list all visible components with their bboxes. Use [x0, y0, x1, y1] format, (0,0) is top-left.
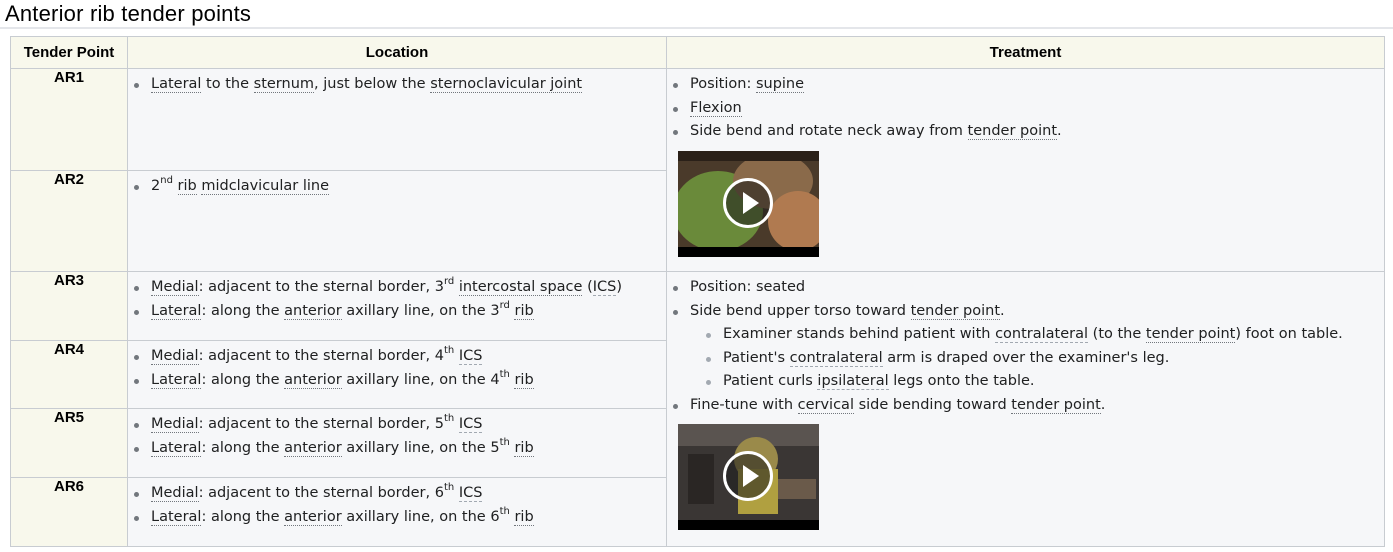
- table-row: AR1 Lateral to the sternum, just below t…: [10, 68, 1385, 272]
- term-link[interactable]: ipsilateral: [817, 373, 889, 390]
- term-link[interactable]: anterior: [284, 371, 342, 389]
- abbr-ics[interactable]: ICS: [458, 416, 483, 433]
- term-link[interactable]: rib: [514, 302, 534, 320]
- list-item: Lateral: along the anterior axillary lin…: [134, 437, 666, 461]
- tender-point-name: AR1: [10, 68, 128, 171]
- treatment-cell: Position: seated Side bend upper torso t…: [666, 271, 1385, 547]
- abbr-ics[interactable]: ICS: [592, 279, 617, 296]
- list-item: Medial: adjacent to the sternal border, …: [134, 413, 666, 437]
- term-link[interactable]: Lateral: [151, 302, 202, 320]
- term-link[interactable]: sternoclavicular joint: [430, 76, 583, 93]
- page-title: Anterior rib tender points: [5, 1, 252, 26]
- location-cell: 2nd rib midclavicular line: [127, 170, 667, 272]
- term-link[interactable]: anterior: [284, 508, 342, 526]
- term-link[interactable]: Lateral: [151, 508, 202, 526]
- term-link[interactable]: rib: [514, 508, 534, 526]
- location-cell: Medial: adjacent to the sternal border, …: [127, 271, 667, 341]
- title-divider: [0, 27, 1393, 29]
- term-link[interactable]: rib: [514, 371, 534, 389]
- term-link[interactable]: tender point: [910, 302, 1001, 320]
- treatment-cell: Position: supine Flexion Side bend and r…: [666, 68, 1385, 272]
- term-link[interactable]: Lateral: [151, 439, 202, 457]
- video-thumbnail-ar1-ar2[interactable]: [678, 150, 819, 257]
- tender-point-name: AR6: [10, 477, 128, 547]
- term-link[interactable]: Flexion: [690, 99, 742, 117]
- play-icon[interactable]: [723, 177, 773, 228]
- table-header-row: Tender Point Location Treatment: [10, 36, 1385, 69]
- video-thumbnail-ar3-ar6[interactable]: [678, 424, 819, 530]
- header-location: Location: [127, 36, 667, 69]
- list-item: Lateral to the sternum, just below the s…: [134, 73, 666, 97]
- list-item: Lateral: along the anterior axillary lin…: [134, 369, 666, 393]
- term-link[interactable]: tender point: [967, 123, 1058, 140]
- term-link[interactable]: anterior: [284, 439, 342, 457]
- list-item: Lateral: along the anterior axillary lin…: [134, 300, 666, 324]
- list-item: Fine-tune with cervical side bending tow…: [673, 394, 1384, 418]
- tender-points-table: Tender Point Location Treatment AR1 Late…: [10, 36, 1385, 547]
- header-tender-point: Tender Point: [10, 36, 128, 69]
- list-item: Medial: adjacent to the sternal border, …: [134, 276, 666, 300]
- tender-point-name: AR5: [10, 408, 128, 478]
- list-item: Flexion: [673, 97, 1384, 121]
- list-item: Medial: adjacent to the sternal border, …: [134, 345, 666, 369]
- list-item: Position: seated: [673, 276, 1384, 300]
- abbr-ics[interactable]: ICS: [458, 485, 483, 502]
- list-item: Side bend and rotate neck away from tend…: [673, 120, 1384, 144]
- term-link[interactable]: cervical: [797, 396, 854, 414]
- list-item: Patient's contralateral arm is draped ov…: [690, 347, 1384, 371]
- list-item: Position: supine: [673, 73, 1384, 97]
- play-icon[interactable]: [723, 451, 773, 501]
- term-link[interactable]: contralateral: [789, 349, 883, 367]
- list-item: Lateral: along the anterior axillary lin…: [134, 506, 666, 530]
- list-item: Medial: adjacent to the sternal border, …: [134, 482, 666, 506]
- list-item: Examiner stands behind patient with cont…: [690, 323, 1384, 347]
- term-link[interactable]: tender point: [1145, 326, 1236, 343]
- tender-point-name: AR3: [10, 271, 128, 341]
- header-treatment: Treatment: [666, 36, 1385, 69]
- term-link[interactable]: Medial: [151, 348, 199, 365]
- location-cell: Lateral to the sternum, just below the s…: [127, 68, 667, 171]
- location-cell: Medial: adjacent to the sternal border, …: [127, 408, 667, 478]
- location-cell: Medial: adjacent to the sternal border, …: [127, 340, 667, 409]
- abbr-ics[interactable]: ICS: [458, 348, 483, 365]
- term-link[interactable]: rib: [514, 439, 534, 457]
- table-row: AR3 Medial: adjacent to the sternal bord…: [10, 271, 1385, 547]
- term-link[interactable]: contralateral: [995, 326, 1089, 343]
- list-item: Side bend upper torso toward tender poin…: [673, 300, 1384, 394]
- tender-point-name: AR2: [10, 170, 128, 272]
- term-link[interactable]: intercostal space: [458, 279, 583, 296]
- term-link[interactable]: midclavicular line: [201, 178, 330, 195]
- tender-point-name: AR4: [10, 340, 128, 409]
- term-link[interactable]: sternum: [253, 76, 315, 93]
- term-link[interactable]: supine: [755, 76, 805, 93]
- term-link[interactable]: anterior: [284, 302, 342, 320]
- list-item: 2nd rib midclavicular line: [134, 175, 666, 199]
- term-link[interactable]: rib: [177, 178, 197, 195]
- term-link[interactable]: tender point: [1011, 396, 1101, 414]
- term-link[interactable]: Medial: [151, 485, 199, 502]
- term-link[interactable]: Lateral: [151, 371, 202, 389]
- term-link[interactable]: Medial: [151, 416, 199, 433]
- location-cell: Medial: adjacent to the sternal border, …: [127, 477, 667, 547]
- term-link[interactable]: Medial: [151, 279, 199, 296]
- list-item: Patient curls ipsilateral legs onto the …: [690, 370, 1384, 394]
- term-link[interactable]: Lateral: [151, 76, 202, 93]
